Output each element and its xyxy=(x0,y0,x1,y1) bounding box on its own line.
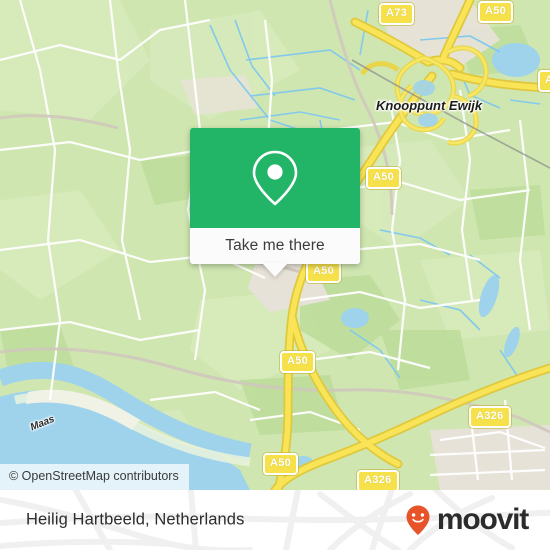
road-shield-a50-mid: A50 xyxy=(306,261,342,283)
moovit-smiley-pin-icon xyxy=(406,505,430,535)
place-title: Heilig Hartbeeld, Netherlands xyxy=(26,510,245,529)
osm-attribution[interactable]: © OpenStreetMap contributors xyxy=(0,464,189,490)
moovit-wordmark: moovit xyxy=(436,503,529,536)
road-shield-a326-bottom: A326 xyxy=(357,470,399,490)
callout-action-panel[interactable]: Take me there xyxy=(190,228,360,277)
road-shield-a50-bottom: A50 xyxy=(263,453,299,475)
road-shield-a50-lower: A50 xyxy=(280,351,316,373)
road-shield-a73: A73 xyxy=(379,3,415,25)
take-me-there-label: Take me there xyxy=(225,237,325,254)
destination-callout[interactable]: Take me there xyxy=(190,128,360,277)
road-shield-a326-right: A326 xyxy=(469,406,511,428)
map-pin-icon xyxy=(252,150,298,206)
road-shield-a50-top: A50 xyxy=(478,1,514,23)
footer-bar: Heilig Hartbeeld, Netherlands moovit xyxy=(0,490,550,550)
callout-pin-panel xyxy=(190,128,360,228)
place-label-knooppunt-ewijk: Knooppunt Ewijk xyxy=(376,98,483,113)
map-canvas[interactable]: Knooppunt Ewijk Maas A73 A50 A5 A50 A50 … xyxy=(0,0,550,490)
road-shield-a50-right-edge: A5 xyxy=(538,70,550,92)
callout-tail-icon xyxy=(262,263,288,277)
road-shield-a50-upper: A50 xyxy=(366,167,402,189)
moovit-logo[interactable]: moovit xyxy=(401,503,529,537)
moovit-map-screenshot: Knooppunt Ewijk Maas A73 A50 A5 A50 A50 … xyxy=(0,0,550,550)
